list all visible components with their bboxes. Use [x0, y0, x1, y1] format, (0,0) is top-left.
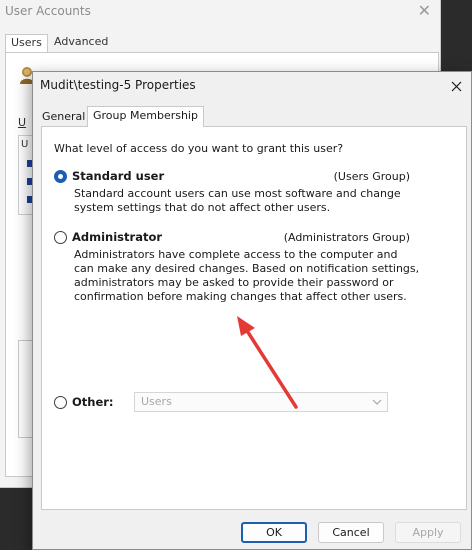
other-group-select-value: Users	[141, 395, 172, 408]
dialog-title: Mudit\testing-5 Properties	[40, 78, 196, 92]
ok-button[interactable]: OK	[241, 522, 307, 543]
administrator-description: Administrators have complete access to t…	[74, 248, 420, 304]
chevron-down-icon	[372, 399, 382, 405]
description-line: system settings that do not affect other…	[74, 201, 331, 214]
description-line: can make any desired changes. Based on n…	[74, 262, 420, 275]
users-list[interactable]: U	[18, 135, 32, 215]
group-membership-panel: What level of access do you want to gran…	[41, 126, 467, 510]
password-groupbox	[18, 340, 32, 438]
access-question: What level of access do you want to gran…	[54, 142, 344, 155]
tab-general[interactable]: General	[39, 108, 88, 126]
administrator-group: (Administrators Group)	[283, 231, 410, 244]
tab-advanced[interactable]: Advanced	[49, 34, 113, 52]
apply-button[interactable]: Apply	[395, 522, 461, 543]
administrator-label[interactable]: Administrator	[72, 230, 162, 244]
description-line: Administrators have complete access to t…	[74, 248, 398, 261]
user-accounts-titlebar: User Accounts ✕	[0, 0, 440, 26]
close-icon[interactable]	[445, 75, 467, 97]
tab-group-membership[interactable]: Group Membership	[87, 106, 204, 127]
description-line: confirmation before making changes that …	[74, 290, 407, 303]
standard-user-label[interactable]: Standard user	[72, 169, 164, 183]
user-accounts-title: User Accounts	[5, 4, 91, 18]
user-properties-dialog: Mudit\testing-5 Properties General Group…	[32, 71, 472, 550]
description-line: administrators may be asked to provide t…	[74, 276, 394, 289]
list-item-partial: U	[21, 139, 29, 150]
standard-user-radio[interactable]	[54, 170, 67, 183]
administrator-radio[interactable]	[54, 231, 67, 244]
description-line: Standard account users can use most soft…	[74, 187, 401, 200]
other-radio[interactable]	[54, 396, 67, 409]
users-list-label: U	[18, 116, 27, 129]
user-avatar-icon	[20, 67, 32, 84]
tab-users[interactable]: Users	[5, 34, 48, 53]
other-label[interactable]: Other:	[72, 395, 114, 409]
cancel-button[interactable]: Cancel	[318, 522, 384, 543]
close-icon[interactable]: ✕	[418, 1, 431, 20]
dialog-titlebar: Mudit\testing-5 Properties	[33, 72, 471, 100]
other-group-select[interactable]: Users	[134, 392, 388, 412]
standard-user-description: Standard account users can use most soft…	[74, 187, 401, 215]
standard-user-group: (Users Group)	[333, 170, 410, 183]
